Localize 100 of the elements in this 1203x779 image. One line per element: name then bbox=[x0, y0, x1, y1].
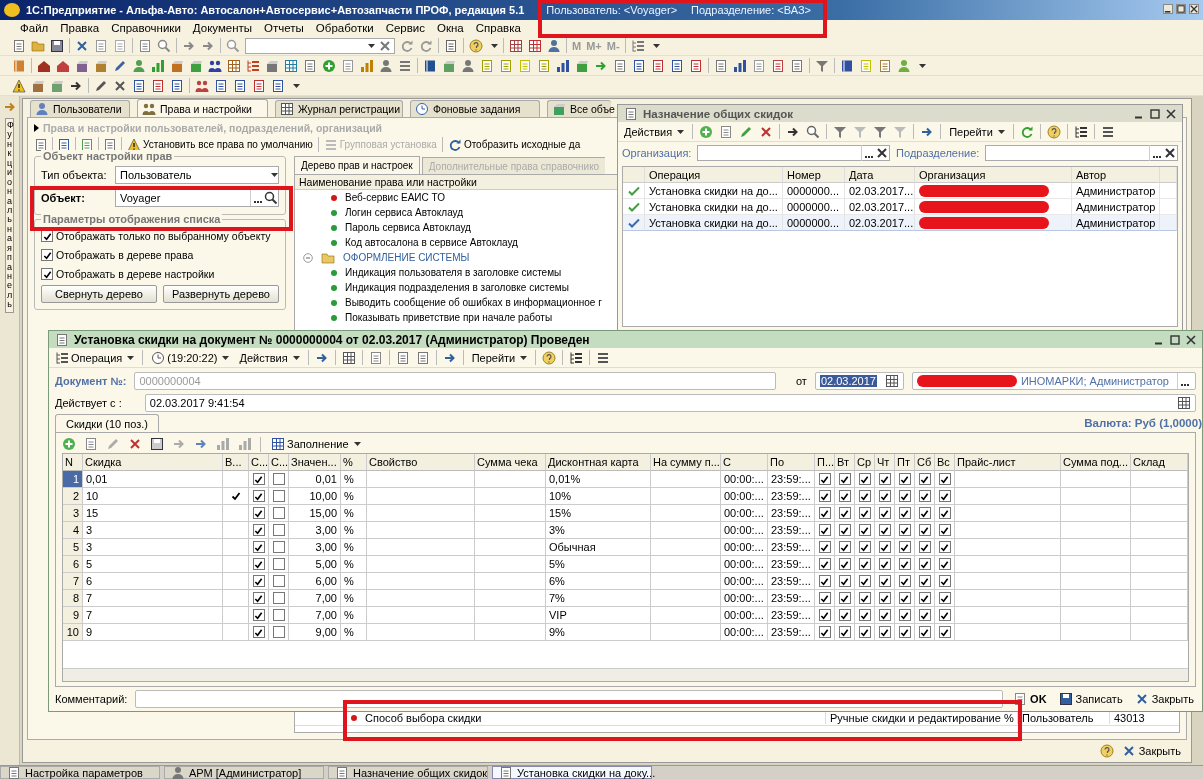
checkbox[interactable] bbox=[272, 507, 285, 519]
cross-icon[interactable] bbox=[1163, 146, 1177, 160]
checkbox[interactable] bbox=[41, 249, 53, 261]
checkbox[interactable] bbox=[838, 592, 851, 604]
checkbox[interactable] bbox=[41, 268, 53, 280]
filter-field[interactable] bbox=[697, 145, 891, 161]
checkbox[interactable] bbox=[818, 490, 831, 502]
add-icon[interactable] bbox=[62, 437, 76, 451]
checkbox[interactable] bbox=[858, 575, 871, 587]
pencil-icon[interactable] bbox=[94, 78, 108, 93]
ellipsis-icon[interactable] bbox=[1149, 145, 1163, 161]
cube-icon[interactable] bbox=[189, 58, 203, 73]
taskbar-item[interactable]: Настройка параметров bbox=[0, 766, 160, 779]
add-icon[interactable] bbox=[699, 124, 714, 139]
checkbox[interactable] bbox=[818, 592, 831, 604]
checkbox[interactable] bbox=[938, 507, 951, 519]
row-number[interactable]: 7 bbox=[63, 573, 83, 590]
checkbox[interactable] bbox=[938, 541, 951, 553]
grid-icon[interactable] bbox=[341, 350, 356, 365]
table-cell[interactable]: 02.03.2017... bbox=[845, 183, 915, 199]
checkbox[interactable] bbox=[272, 490, 285, 502]
cube-icon[interactable] bbox=[50, 78, 64, 93]
page-icon[interactable] bbox=[151, 78, 165, 93]
checkbox[interactable] bbox=[898, 609, 911, 621]
checkbox[interactable] bbox=[938, 473, 951, 485]
maximize-icon[interactable] bbox=[1150, 108, 1160, 119]
menu-item[interactable]: Обработки bbox=[309, 22, 380, 34]
tree-item[interactable]: Пароль сервиса Автоклауд bbox=[345, 222, 471, 233]
checkbox[interactable] bbox=[858, 490, 871, 502]
checkbox[interactable] bbox=[898, 473, 911, 485]
checkbox[interactable] bbox=[938, 592, 951, 604]
bar-chart-icon[interactable] bbox=[360, 58, 374, 73]
tree-item[interactable]: Выводить сообщение об ошибках в информационное г bbox=[345, 297, 602, 308]
search-icon[interactable] bbox=[157, 38, 171, 53]
checkbox[interactable] bbox=[818, 507, 831, 519]
checkbox[interactable] bbox=[818, 626, 831, 638]
cross-icon[interactable] bbox=[113, 78, 127, 93]
checkbox[interactable] bbox=[858, 609, 871, 621]
collapse-icon[interactable] bbox=[303, 252, 313, 263]
checkbox[interactable] bbox=[818, 609, 831, 621]
page-icon[interactable] bbox=[138, 38, 152, 53]
page-icon[interactable] bbox=[613, 58, 627, 73]
maximize-icon[interactable] bbox=[1175, 4, 1186, 14]
people-icon[interactable] bbox=[208, 58, 222, 73]
goto-menu-button[interactable]: Перейти bbox=[947, 125, 1007, 138]
checkbox[interactable] bbox=[838, 626, 851, 638]
checkbox[interactable] bbox=[898, 626, 911, 638]
date-field[interactable]: 02.03.2017 bbox=[814, 372, 904, 390]
person-icon[interactable] bbox=[132, 58, 146, 73]
menu-item[interactable]: Документы bbox=[186, 22, 259, 34]
cube-icon[interactable] bbox=[265, 58, 279, 73]
checkbox[interactable] bbox=[252, 541, 265, 553]
menu-item[interactable]: Справочники bbox=[105, 22, 187, 34]
ellipsis-icon[interactable] bbox=[250, 190, 264, 206]
table-cell[interactable] bbox=[915, 183, 1072, 199]
checkbox[interactable] bbox=[918, 541, 931, 553]
row-number[interactable]: 6 bbox=[63, 556, 83, 573]
table-cell[interactable]: Администратор bbox=[1072, 215, 1160, 231]
page-icon[interactable] bbox=[771, 58, 785, 73]
checkbox[interactable] bbox=[252, 609, 265, 621]
tab[interactable]: Скидки (10 поз.) bbox=[55, 414, 159, 432]
page-icon[interactable] bbox=[84, 437, 98, 451]
checkbox[interactable] bbox=[938, 524, 951, 536]
tree-icon[interactable] bbox=[1073, 124, 1088, 139]
cube-icon[interactable] bbox=[94, 58, 108, 73]
menu-item[interactable]: Сервис bbox=[379, 22, 432, 34]
checkbox[interactable] bbox=[938, 575, 951, 587]
checkbox[interactable] bbox=[838, 473, 851, 485]
page-icon[interactable] bbox=[80, 137, 94, 152]
ellipsis-icon[interactable] bbox=[861, 145, 876, 161]
tree-item[interactable]: Логин сервиса Автоклауд bbox=[345, 207, 464, 218]
page-icon[interactable] bbox=[651, 58, 665, 73]
checkbox[interactable] bbox=[898, 592, 911, 604]
checkbox[interactable] bbox=[918, 592, 931, 604]
checkbox[interactable] bbox=[858, 473, 871, 485]
checkbox[interactable] bbox=[252, 626, 265, 638]
menu-item[interactable]: Правка bbox=[54, 22, 106, 34]
taskbar-item[interactable]: Назначение общих скидок bbox=[328, 766, 488, 779]
page-icon[interactable] bbox=[132, 78, 146, 93]
filter-icon[interactable] bbox=[815, 58, 829, 73]
tree-item[interactable]: Веб-сервис ЕАИС ТО bbox=[345, 192, 445, 203]
page-icon[interactable] bbox=[233, 78, 247, 93]
pencil-icon[interactable] bbox=[739, 124, 754, 139]
checkbox[interactable] bbox=[818, 541, 831, 553]
page-icon[interactable] bbox=[444, 38, 458, 53]
operation-menu-button[interactable]: Операция bbox=[53, 350, 137, 365]
filter-field[interactable] bbox=[985, 145, 1178, 161]
table-cell[interactable] bbox=[915, 199, 1072, 215]
checkbox[interactable] bbox=[818, 558, 831, 570]
actions-menu-button[interactable]: Действия bbox=[622, 125, 687, 138]
checkbox[interactable] bbox=[938, 558, 951, 570]
checkbox[interactable] bbox=[918, 575, 931, 587]
close-button[interactable]: Закрыть bbox=[1119, 744, 1183, 758]
dialog-button[interactable]: Записать bbox=[1056, 692, 1125, 706]
fill-menu-button[interactable]: Заполнение bbox=[269, 437, 363, 451]
taskbar-item[interactable]: АРМ [Администратор] bbox=[164, 766, 324, 779]
close-icon[interactable] bbox=[1166, 108, 1176, 119]
checkbox[interactable] bbox=[918, 490, 931, 502]
checkbox[interactable] bbox=[878, 592, 891, 604]
bar-chart-icon[interactable] bbox=[151, 58, 165, 73]
